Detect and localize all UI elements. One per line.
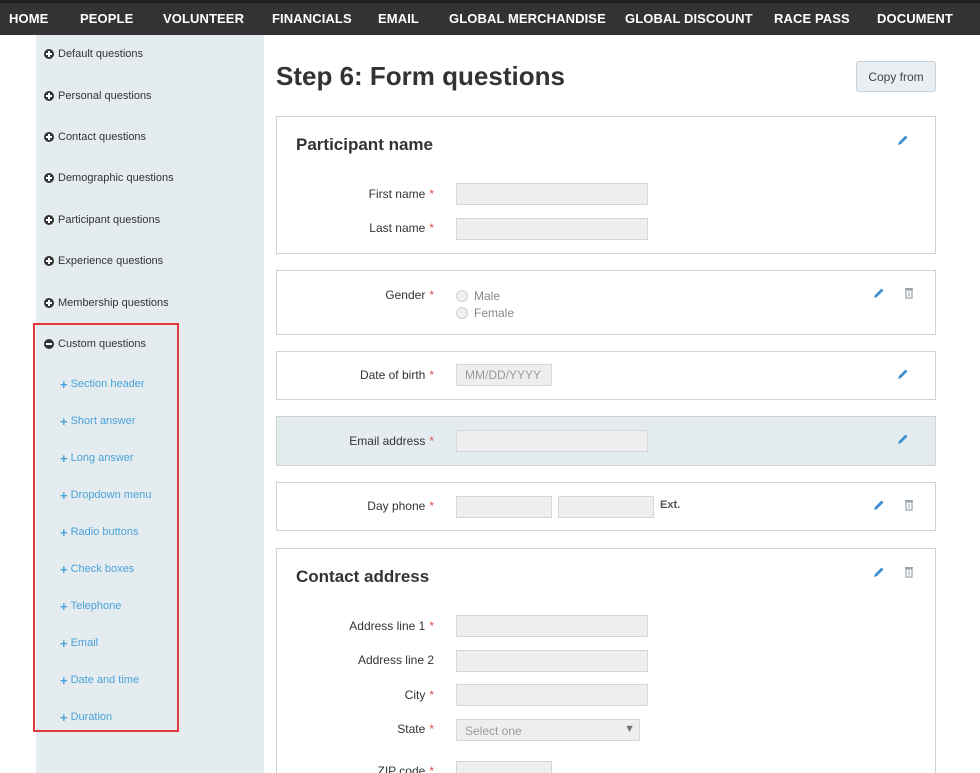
email-address-card: Email address * <box>276 416 936 466</box>
address-line-2-input[interactable] <box>456 650 648 672</box>
plus-icon: + <box>60 672 68 688</box>
expand-plus-icon <box>44 298 54 308</box>
expand-plus-icon <box>44 173 54 183</box>
sidebar-experience-questions[interactable]: Experience questions <box>44 255 163 267</box>
plus-icon: + <box>60 413 68 429</box>
day-phone-input[interactable] <box>456 496 552 518</box>
plus-icon: + <box>60 450 68 466</box>
expand-plus-icon <box>44 91 54 101</box>
edit-pencil-icon[interactable] <box>896 133 910 147</box>
edit-pencil-icon[interactable] <box>872 565 886 579</box>
city-input[interactable] <box>456 684 648 706</box>
first-name-label: First name * <box>368 187 434 201</box>
gender-card: Gender * Male Female <box>276 270 936 335</box>
expand-plus-icon <box>44 256 54 266</box>
address-line-1-input[interactable] <box>456 615 648 637</box>
first-name-input[interactable] <box>456 183 648 205</box>
email-input[interactable] <box>456 430 648 452</box>
participant-name-card: Participant name First name * Last name * <box>276 116 936 254</box>
email-label: Email address * <box>349 434 434 448</box>
sidebar-demographic-questions[interactable]: Demographic questions <box>44 172 174 184</box>
add-date-and-time[interactable]: + Date and time <box>60 672 139 688</box>
expand-plus-icon <box>44 49 54 59</box>
nav-email[interactable]: EMAIL <box>378 11 419 26</box>
sidebar-contact-questions[interactable]: Contact questions <box>44 131 146 143</box>
nav-document[interactable]: DOCUMENT <box>877 11 953 26</box>
add-section-header[interactable]: + Section header <box>60 376 145 392</box>
radio-button[interactable] <box>456 307 468 319</box>
radio-button[interactable] <box>456 290 468 302</box>
add-check-boxes[interactable]: + Check boxes <box>60 561 134 577</box>
plus-icon: + <box>60 598 68 614</box>
edit-pencil-icon[interactable] <box>872 286 886 300</box>
add-dropdown-menu[interactable]: + Dropdown menu <box>60 487 151 503</box>
ext-label: Ext. <box>660 499 681 511</box>
gender-option-female[interactable]: Female <box>456 306 514 320</box>
zip-code-label: ZIP code * <box>377 764 434 773</box>
address-line-2-label: Address line 2 <box>357 653 434 667</box>
plus-icon: + <box>60 635 68 651</box>
plus-icon: + <box>60 376 68 392</box>
sidebar-participant-questions[interactable]: Participant questions <box>44 214 160 226</box>
dropdown-triangle-icon: ▼ <box>624 723 635 735</box>
trash-icon[interactable] <box>902 565 916 579</box>
nav-volunteer[interactable]: VOLUNTEER <box>163 11 244 26</box>
plus-icon: + <box>60 709 68 725</box>
plus-icon: + <box>60 524 68 540</box>
nav-global-merchandise[interactable]: GLOBAL MERCHANDISE <box>449 11 606 26</box>
nav-race-pass[interactable]: RACE PASS <box>774 11 850 26</box>
city-label: City * <box>404 688 434 702</box>
date-of-birth-card: Date of birth * <box>276 351 936 400</box>
expand-plus-icon <box>44 132 54 142</box>
day-phone-ext-input[interactable] <box>558 496 654 518</box>
add-email[interactable]: + Email <box>60 635 98 651</box>
sidebar-personal-questions[interactable]: Personal questions <box>44 90 152 102</box>
sidebar-custom-questions[interactable]: Custom questions <box>44 338 146 350</box>
contact-address-card: Contact address Address line 1 * Address … <box>276 548 936 773</box>
state-select[interactable]: Select one ▼ <box>456 719 640 741</box>
collapse-minus-icon <box>44 339 54 349</box>
section-title: Contact address <box>296 567 430 586</box>
top-nav: HOME PEOPLE VOLUNTEER FINANCIALS EMAIL G… <box>0 0 980 35</box>
section-title: Participant name <box>296 135 433 154</box>
nav-home[interactable]: HOME <box>9 11 48 26</box>
day-phone-label: Day phone * <box>367 499 434 513</box>
add-long-answer[interactable]: + Long answer <box>60 450 134 466</box>
edit-pencil-icon[interactable] <box>872 498 886 512</box>
state-label: State * <box>397 722 434 736</box>
nav-financials[interactable]: FINANCIALS <box>272 11 352 26</box>
add-telephone[interactable]: + Telephone <box>60 598 121 614</box>
plus-icon: + <box>60 561 68 577</box>
sidebar-membership-questions[interactable]: Membership questions <box>44 297 169 309</box>
trash-icon[interactable] <box>902 286 916 300</box>
zip-code-input[interactable] <box>456 761 552 773</box>
dob-label: Date of birth * <box>359 368 434 382</box>
dob-input[interactable] <box>456 364 552 386</box>
day-phone-card: Day phone * Ext. <box>276 482 936 531</box>
expand-plus-icon <box>44 215 54 225</box>
gender-option-male[interactable]: Male <box>456 289 500 303</box>
plus-icon: + <box>60 487 68 503</box>
address-line-1-label: Address line 1 * <box>349 619 434 633</box>
page-title: Step 6: Form questions <box>276 61 565 91</box>
nav-global-discount[interactable]: GLOBAL DISCOUNT <box>625 11 753 26</box>
last-name-input[interactable] <box>456 218 648 240</box>
add-duration[interactable]: + Duration <box>60 709 112 725</box>
last-name-label: Last name * <box>369 221 434 235</box>
add-radio-buttons[interactable]: + Radio buttons <box>60 524 138 540</box>
gender-label: Gender * <box>385 288 434 302</box>
edit-pencil-icon[interactable] <box>896 432 910 446</box>
trash-icon[interactable] <box>902 498 916 512</box>
nav-people[interactable]: PEOPLE <box>80 11 133 26</box>
add-short-answer[interactable]: + Short answer <box>60 413 135 429</box>
sidebar-default-questions[interactable]: Default questions <box>44 48 143 60</box>
copy-from-button[interactable]: Copy from <box>856 61 936 92</box>
edit-pencil-icon[interactable] <box>896 367 910 381</box>
